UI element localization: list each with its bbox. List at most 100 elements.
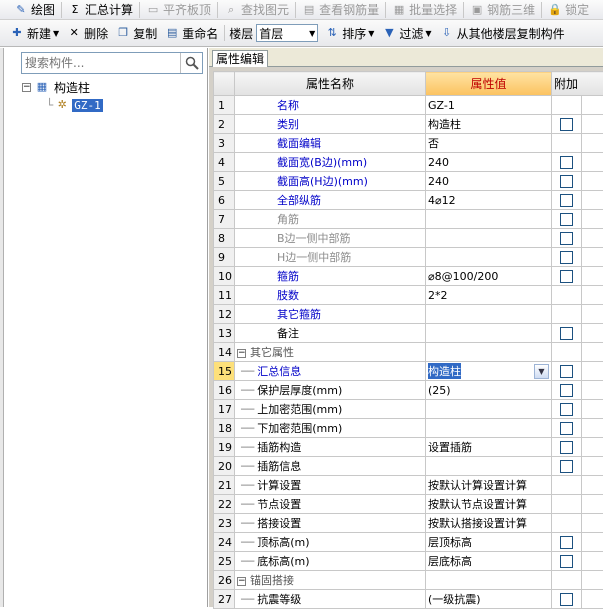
- extra-checkbox[interactable]: [560, 213, 573, 226]
- property-value-cell[interactable]: [426, 248, 552, 267]
- property-row[interactable]: 10箍筋⌀8@100/200: [214, 267, 603, 286]
- property-value-cell[interactable]: 层顶标高: [426, 533, 552, 552]
- property-row[interactable]: 13备注: [214, 324, 603, 343]
- property-row[interactable]: 1名称GZ-1: [214, 96, 603, 115]
- property-row[interactable]: 3截面编辑否: [214, 134, 603, 153]
- collapse-icon[interactable]: −: [237, 349, 246, 358]
- copy-from-floor-button[interactable]: ⇩从其他楼层复制构件: [436, 24, 569, 42]
- extra-checkbox[interactable]: [560, 327, 573, 340]
- property-row[interactable]: 2类别构造柱: [214, 115, 603, 134]
- property-row[interactable]: 26−锚固搭接: [214, 571, 603, 590]
- property-row[interactable]: 17──上加密范围(mm): [214, 400, 603, 419]
- extra-checkbox[interactable]: [560, 365, 573, 378]
- extra-checkbox[interactable]: [560, 555, 573, 568]
- property-value-cell[interactable]: (25): [426, 381, 552, 400]
- property-row[interactable]: 18──下加密范围(mm): [214, 419, 603, 438]
- property-value-cell[interactable]: 按默认搭接设置计算: [426, 514, 552, 533]
- tree-node-root[interactable]: − ▦ 构造柱: [22, 78, 204, 96]
- toolbar-button-view-rebar[interactable]: ▤查看钢筋量: [298, 1, 383, 19]
- extra-checkbox[interactable]: [560, 175, 573, 188]
- property-value-cell[interactable]: GZ-1: [426, 96, 552, 115]
- property-value-cell[interactable]: 设置插筋: [426, 438, 552, 457]
- property-value-cell[interactable]: [426, 210, 552, 229]
- property-row[interactable]: 22──节点设置按默认节点设置计算: [214, 495, 603, 514]
- property-row[interactable]: 9H边一侧中部筋: [214, 248, 603, 267]
- property-row[interactable]: 27──抗震等级(一级抗震): [214, 590, 603, 609]
- extra-checkbox[interactable]: [560, 460, 573, 473]
- property-value-cell[interactable]: 240: [426, 153, 552, 172]
- search-input[interactable]: [22, 53, 180, 73]
- toolbar-button-draw[interactable]: ✎绘图: [0, 1, 59, 19]
- collapse-icon[interactable]: −: [237, 577, 246, 586]
- property-row[interactable]: 21──计算设置按默认计算设置计算: [214, 476, 603, 495]
- property-value-cell[interactable]: 2*2: [426, 286, 552, 305]
- property-value-cell[interactable]: 按默认计算设置计算: [426, 476, 552, 495]
- extra-checkbox[interactable]: [560, 384, 573, 397]
- property-value-cell[interactable]: [426, 324, 552, 343]
- toolbar-button-rebar-3d[interactable]: ▣钢筋三维: [466, 1, 539, 19]
- tree-node-child[interactable]: └ ✲ GZ-1: [22, 96, 204, 114]
- extra-checkbox[interactable]: [560, 232, 573, 245]
- property-row[interactable]: 4截面宽(B边)(mm)240: [214, 153, 603, 172]
- property-value-cell[interactable]: 构造柱: [426, 115, 552, 134]
- extra-checkbox[interactable]: [560, 251, 573, 264]
- property-row[interactable]: 14−其它属性: [214, 343, 603, 362]
- collapse-icon[interactable]: −: [22, 83, 31, 92]
- chevron-down-icon[interactable]: ▼: [534, 364, 549, 379]
- property-value-cell[interactable]: ⌀8@100/200: [426, 267, 552, 286]
- property-row[interactable]: 15──汇总信息构造柱▼: [214, 362, 603, 381]
- property-value-cell[interactable]: [426, 343, 552, 362]
- property-row[interactable]: 24──顶标高(m)层顶标高: [214, 533, 603, 552]
- property-value-cell[interactable]: (一级抗震): [426, 590, 552, 609]
- property-row[interactable]: 7角筋: [214, 210, 603, 229]
- property-value-cell[interactable]: [426, 229, 552, 248]
- property-value-dropdown[interactable]: 构造柱▼: [428, 363, 549, 379]
- search-button[interactable]: [180, 53, 202, 73]
- toolbar-button-batch-select[interactable]: ▦批量选择: [388, 1, 461, 19]
- sort-button[interactable]: ⇅排序▼: [321, 24, 378, 42]
- filter-button[interactable]: ▼过滤▼: [378, 24, 435, 42]
- toolbar-divider: [541, 2, 542, 18]
- extra-checkbox[interactable]: [560, 403, 573, 416]
- property-value-cell[interactable]: 否: [426, 134, 552, 153]
- extra-checkbox[interactable]: [560, 194, 573, 207]
- property-row[interactable]: 11肢数2*2: [214, 286, 603, 305]
- property-value-cell[interactable]: [426, 400, 552, 419]
- toolbar-button-align-slab[interactable]: ▭平齐板顶: [142, 1, 215, 19]
- extra-checkbox[interactable]: [560, 536, 573, 549]
- tab-property-edit[interactable]: 属性编辑: [212, 50, 268, 67]
- toolbar-button-sigma[interactable]: Σ汇总计算: [64, 1, 137, 19]
- extra-checkbox[interactable]: [560, 441, 573, 454]
- property-row[interactable]: 16──保护层厚度(mm)(25): [214, 381, 603, 400]
- property-row[interactable]: 20──插筋信息: [214, 457, 603, 476]
- property-value-cell[interactable]: [426, 419, 552, 438]
- toolbar-button-find[interactable]: ⌕查找图元: [220, 1, 293, 19]
- copy-button[interactable]: ❐复制: [112, 24, 161, 42]
- property-value-cell[interactable]: [426, 457, 552, 476]
- toolbar-button-lock[interactable]: 🔒锁定: [544, 1, 593, 19]
- floor-select[interactable]: 首层▼: [256, 24, 318, 42]
- property-row[interactable]: 23──搭接设置按默认搭接设置计算: [214, 514, 603, 533]
- property-row[interactable]: 19──插筋构造设置插筋: [214, 438, 603, 457]
- property-value-cell[interactable]: 240: [426, 172, 552, 191]
- property-value-cell[interactable]: 层底标高: [426, 552, 552, 571]
- property-row[interactable]: 25──底标高(m)层底标高: [214, 552, 603, 571]
- extra-checkbox[interactable]: [560, 118, 573, 131]
- property-value-cell[interactable]: 4⌀12: [426, 191, 552, 210]
- property-value-cell[interactable]: 按默认节点设置计算: [426, 495, 552, 514]
- rename-button[interactable]: ▤重命名: [161, 24, 222, 42]
- delete-button[interactable]: ✕删除: [63, 24, 112, 42]
- new-button[interactable]: ✚新建▼: [0, 24, 63, 42]
- property-value-cell[interactable]: [426, 305, 552, 324]
- extra-checkbox[interactable]: [560, 270, 573, 283]
- property-row[interactable]: 6全部纵筋4⌀12: [214, 191, 603, 210]
- extra-checkbox[interactable]: [560, 422, 573, 435]
- property-row[interactable]: 8B边一侧中部筋: [214, 229, 603, 248]
- property-row[interactable]: 12其它箍筋: [214, 305, 603, 324]
- extra-checkbox[interactable]: [560, 156, 573, 169]
- extra-checkbox[interactable]: [560, 593, 573, 606]
- delete-icon: ✕: [67, 26, 81, 40]
- property-value-cell[interactable]: [426, 571, 552, 590]
- property-row[interactable]: 5截面高(H边)(mm)240: [214, 172, 603, 191]
- property-value-cell[interactable]: 构造柱▼: [426, 362, 552, 381]
